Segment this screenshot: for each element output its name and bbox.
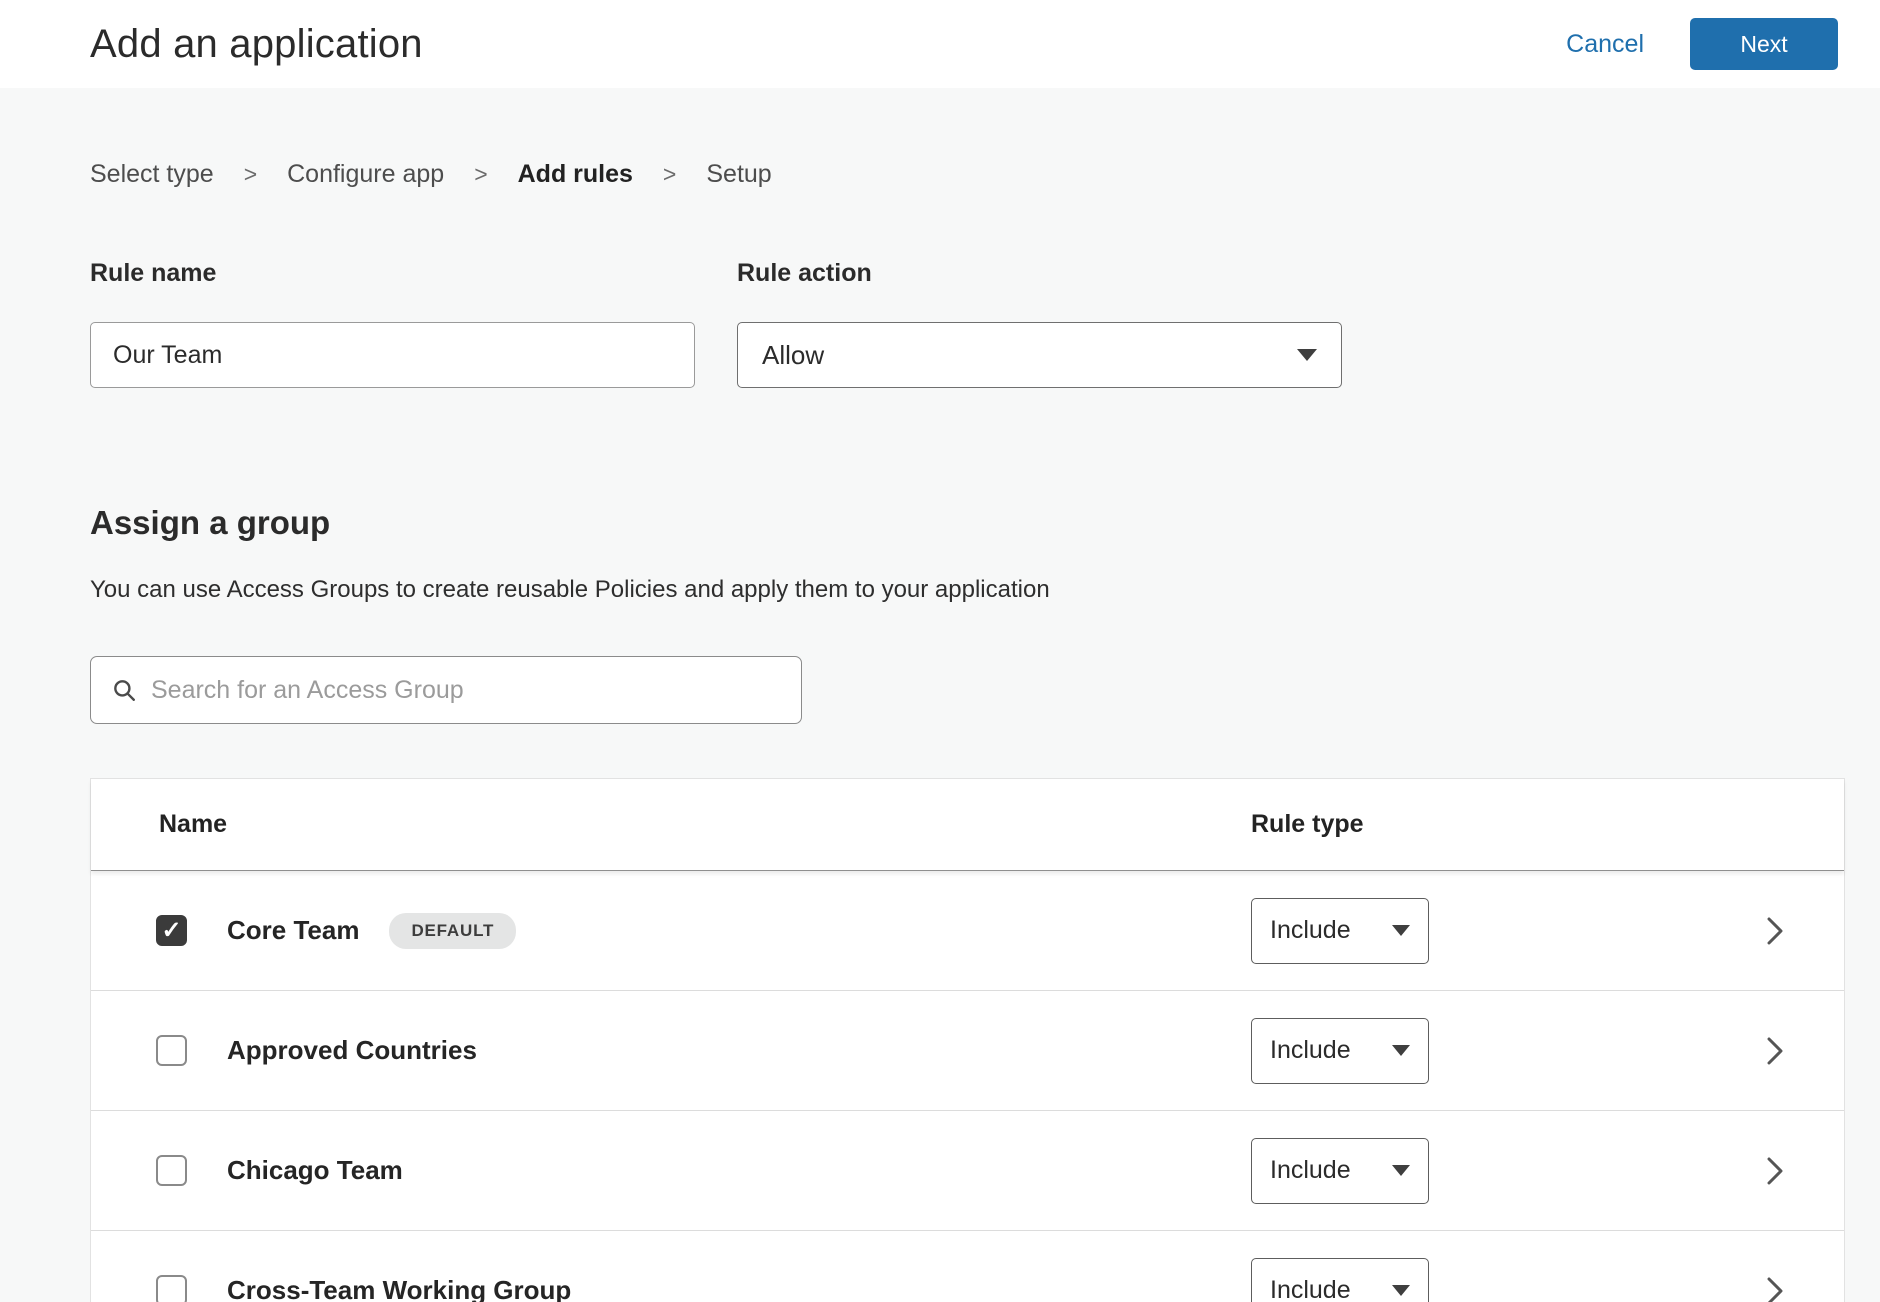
rule-action-label: Rule action (737, 259, 1342, 288)
rule-type-select[interactable]: Include (1251, 1258, 1429, 1302)
chevron-down-icon (1392, 1045, 1410, 1056)
rule-type-select[interactable]: Include (1251, 1018, 1429, 1084)
assign-group-heading: Assign a group (90, 504, 1845, 542)
chevron-right-icon[interactable] (1764, 1276, 1786, 1302)
table-header-row: Name Rule type (91, 779, 1844, 871)
table-row: Cross-Team Working Group Include (91, 1231, 1844, 1302)
step-add-rules[interactable]: Add rules (518, 160, 633, 189)
rule-type-value: Include (1270, 1036, 1351, 1065)
step-setup[interactable]: Setup (706, 160, 771, 189)
rule-type-select[interactable]: Include (1251, 1138, 1429, 1204)
group-name: Chicago Team (227, 1155, 403, 1186)
rule-action-field-group: Rule action Allow (737, 259, 1342, 388)
chevron-down-icon (1392, 1165, 1410, 1176)
page-content: Select type > Configure app > Add rules … (0, 160, 1880, 1302)
rule-form: Rule name Rule action Allow (90, 259, 1845, 388)
chevron-right-icon[interactable] (1764, 1156, 1786, 1186)
chevron-right-icon[interactable] (1764, 916, 1786, 946)
rule-action-select[interactable]: Allow (737, 322, 1342, 388)
chevron-down-icon (1392, 925, 1410, 936)
rule-type-value: Include (1270, 1156, 1351, 1185)
rule-type-value: Include (1270, 1276, 1351, 1302)
breadcrumb-separator: > (474, 161, 487, 188)
table-row: Chicago Team Include (91, 1111, 1844, 1231)
row-checkbox[interactable] (156, 1035, 187, 1066)
step-configure-app[interactable]: Configure app (287, 160, 444, 189)
step-select-type[interactable]: Select type (90, 160, 214, 189)
assign-group-description: You can use Access Groups to create reus… (90, 576, 1845, 604)
rule-name-field-group: Rule name (90, 259, 695, 388)
header-actions: Cancel Next (1566, 18, 1838, 70)
search-input[interactable] (151, 676, 781, 705)
access-group-search[interactable] (90, 656, 802, 724)
rule-name-label: Rule name (90, 259, 695, 288)
table-row: Approved Countries Include (91, 991, 1844, 1111)
breadcrumb-separator: > (244, 161, 257, 188)
rule-type-select[interactable]: Include (1251, 898, 1429, 964)
page-header: Add an application Cancel Next (0, 0, 1880, 88)
column-header-rule-type: Rule type (1251, 810, 1364, 839)
group-name: Approved Countries (227, 1035, 477, 1066)
column-header-name: Name (91, 810, 227, 839)
breadcrumb: Select type > Configure app > Add rules … (90, 160, 1845, 189)
default-badge: DEFAULT (389, 913, 516, 949)
page-title: Add an application (90, 22, 423, 67)
cancel-button[interactable]: Cancel (1566, 30, 1644, 59)
rule-name-input[interactable] (90, 322, 695, 388)
chevron-down-icon (1297, 349, 1317, 361)
group-name: Core Team (227, 915, 359, 946)
table-row: Core Team DEFAULT Include (91, 871, 1844, 991)
rule-type-value: Include (1270, 916, 1351, 945)
breadcrumb-separator: > (663, 161, 676, 188)
group-name: Cross-Team Working Group (227, 1275, 571, 1302)
rule-action-value: Allow (762, 340, 824, 371)
chevron-right-icon[interactable] (1764, 1036, 1786, 1066)
next-button[interactable]: Next (1690, 18, 1838, 70)
row-checkbox[interactable] (156, 1275, 187, 1302)
row-checkbox[interactable] (156, 915, 187, 946)
row-checkbox[interactable] (156, 1155, 187, 1186)
chevron-down-icon (1392, 1285, 1410, 1296)
search-icon (111, 677, 137, 703)
access-groups-table: Name Rule type Core Team DEFAULT Include… (90, 778, 1845, 1302)
